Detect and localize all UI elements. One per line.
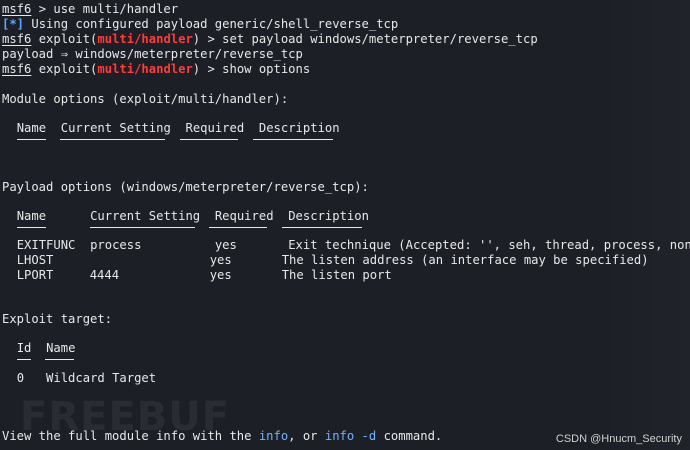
command-line-set-payload: msf6 exploit(multi/handler) > set payloa… [2, 32, 538, 46]
terminal-window[interactable]: msf6 > use multi/handler [*] Using confi… [0, 0, 690, 450]
msf-prompt: msf6 [2, 2, 32, 16]
background-desktop [600, 0, 690, 450]
module-options-divider [2, 134, 333, 149]
table-row: EXITFUNC process yes Exit technique (Acc… [16, 238, 690, 252]
table-row: 0 Wildcard Target [16, 371, 157, 385]
info-message: [*] Using configured payload generic/she… [2, 17, 399, 31]
payload-options-divider [2, 222, 363, 237]
module-name: multi/handler [97, 32, 193, 46]
table-row: LPORT 4444 yes The listen port [16, 268, 392, 282]
module-name: multi/handler [97, 62, 193, 76]
info-tag: [*] [2, 17, 25, 31]
payload-output: payload ⇒ windows/meterpreter/reverse_tc… [2, 47, 303, 61]
msf-prompt: msf6 [2, 32, 32, 46]
module-options-title: Module options (exploit/multi/handler): [2, 92, 289, 106]
csdn-credit: CSDN @Hnucm_Security [555, 433, 682, 445]
msf-prompt: msf6 [2, 62, 32, 76]
command-line-show-options: msf6 exploit(multi/handler) > show optio… [2, 62, 311, 76]
exploit-target-title: Exploit target: [2, 312, 113, 326]
info-d-link[interactable]: info -d [325, 429, 376, 443]
payload-options-title: Payload options (windows/meterpreter/rev… [2, 180, 369, 194]
table-row: LHOST yes The listen address (an interface… [16, 253, 649, 267]
footer-hint: View the full module info with the info,… [2, 429, 443, 443]
command-line-use: msf6 > use multi/handler [2, 2, 179, 16]
target-divider [2, 354, 75, 369]
info-link[interactable]: info [259, 429, 288, 443]
